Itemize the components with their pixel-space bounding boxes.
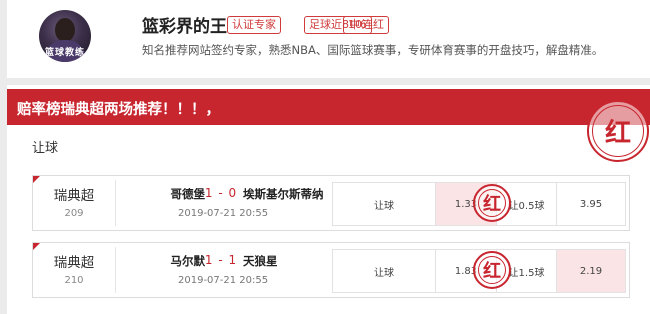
result-stamp-small: 红 [473, 251, 511, 289]
expert-name[interactable]: 篮彩界的王 [142, 12, 227, 37]
expert-avatar[interactable]: 篮球教练 [39, 10, 91, 62]
match-score: 1 - 1 [204, 253, 238, 267]
recommendation-article: 赔率榜瑞典超两场推荐！！！， 红 让球 瑞典超 209 哥德堡 1 - 0 埃斯… [7, 85, 650, 314]
article-banner: 赔率榜瑞典超两场推荐！！！， [7, 89, 650, 125]
odds-type: 让球 [333, 250, 436, 292]
match-number: 210 [64, 275, 84, 286]
score-separator: - [218, 253, 224, 267]
result-stamp-text: 红 [483, 194, 501, 215]
avatar-head [55, 18, 75, 42]
section-title: 让球 [32, 141, 59, 156]
home-score: 1 [204, 186, 214, 200]
home-score: 1 [204, 253, 214, 267]
odds-away[interactable]: 2.19 [557, 250, 625, 292]
result-stamp-text: 红 [604, 118, 631, 149]
away-score: 1 [228, 253, 238, 267]
away-team: 天狼星 [243, 254, 278, 268]
match-score: 1 - 0 [204, 186, 238, 200]
article-title: 赔率榜瑞典超两场推荐！！！， [17, 102, 220, 118]
match-row[interactable]: 瑞典超 209 哥德堡 1 - 0 埃斯基尔斯蒂纳 2019-07-21 20:… [32, 175, 630, 231]
match-league: 瑞典超 210 [33, 243, 115, 297]
match-time: 2019-07-21 20:55 [178, 208, 269, 219]
match-row[interactable]: 瑞典超 210 马尔默 1 - 1 天狼星 2019-07-21 20:55 让… [32, 242, 630, 298]
divider [115, 247, 116, 293]
odds-type: 让球 [333, 183, 436, 225]
match-time: 2019-07-21 20:55 [178, 275, 269, 286]
result-stamp-small: 红 [473, 184, 511, 222]
score-separator: - [218, 186, 224, 200]
divider [115, 180, 116, 226]
badge-certified: 认证专家 [227, 16, 281, 34]
odds-away[interactable]: 3.95 [557, 183, 625, 225]
home-team: 马尔默 [170, 254, 206, 268]
result-stamp-large: 红 [587, 100, 649, 162]
away-team: 埃斯基尔斯蒂纳 [243, 187, 324, 201]
expert-bio: 知名推荐网站签约专家，熟悉NBA、国际篮球赛事，专研体育赛事的开盘技巧，解盘精准… [142, 43, 604, 57]
result-stamp-text: 红 [483, 261, 501, 282]
avatar-caption: 篮球教练 [44, 48, 85, 58]
home-team: 哥德堡 [170, 187, 206, 201]
league-name: 瑞典超 [53, 188, 95, 204]
badge-win-streak: 10连红 [343, 16, 389, 34]
expert-profile-card: 篮球教练 篮彩界的王 认证专家 足球近8中6 10连红 知名推荐网站签约专家，熟… [7, 0, 650, 78]
match-league: 瑞典超 209 [33, 176, 115, 230]
away-score: 0 [228, 186, 238, 200]
match-number: 209 [64, 208, 84, 219]
league-name: 瑞典超 [53, 255, 95, 271]
